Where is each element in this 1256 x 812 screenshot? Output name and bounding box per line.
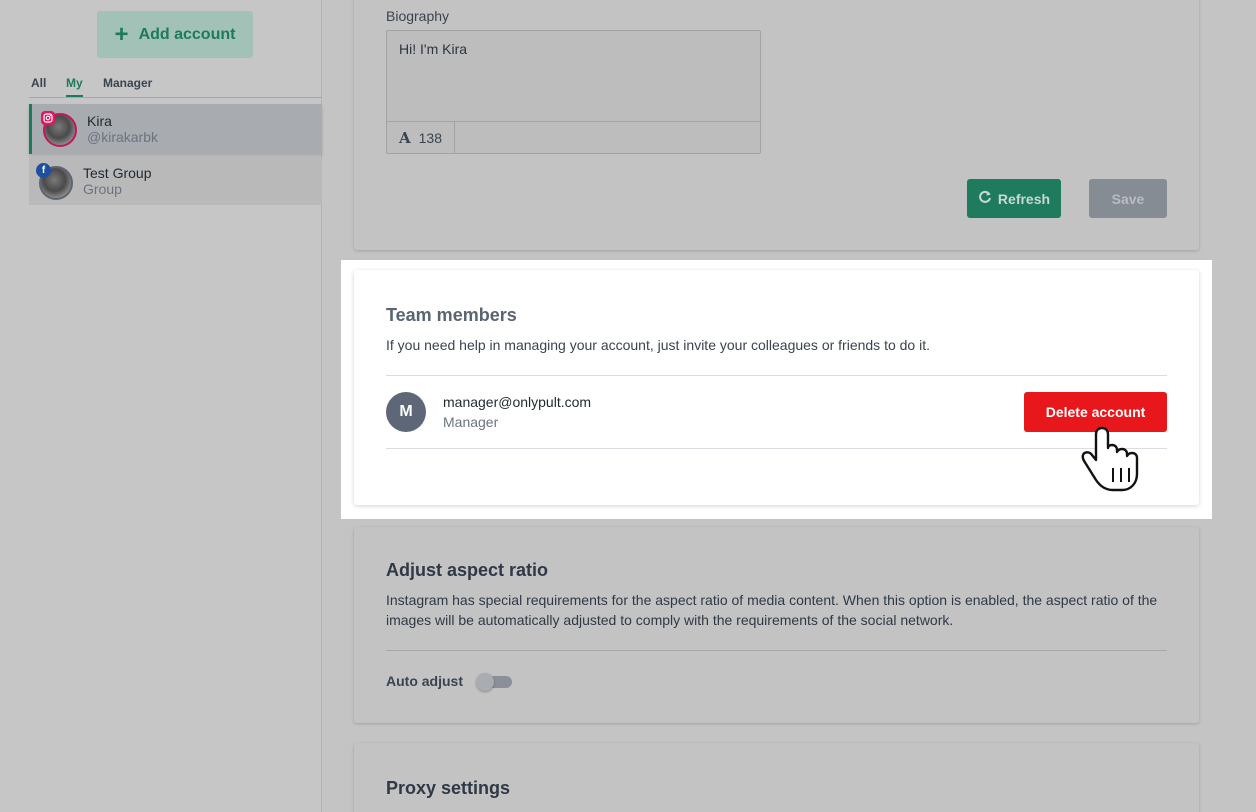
team-members-description: If you need help in managing your accoun… bbox=[386, 337, 930, 353]
save-button[interactable]: Save bbox=[1089, 179, 1167, 218]
character-counter: A 138 bbox=[387, 122, 455, 153]
textarea-footer: A 138 bbox=[387, 121, 760, 153]
account-item-test-group[interactable]: f Test Group Group bbox=[29, 157, 322, 205]
save-label: Save bbox=[1111, 190, 1145, 207]
refresh-icon bbox=[978, 190, 992, 207]
account-item-kira[interactable]: Kira @kirakarbk bbox=[29, 104, 322, 154]
biography-value: Hi! I'm Kira bbox=[399, 41, 468, 57]
account-name: Kira bbox=[87, 113, 112, 129]
tab-all[interactable]: All bbox=[31, 76, 46, 97]
character-count: 138 bbox=[418, 129, 442, 146]
delete-account-label: Delete account bbox=[1045, 404, 1146, 420]
auto-adjust-label: Auto adjust bbox=[386, 673, 463, 689]
tab-my[interactable]: My bbox=[66, 76, 83, 97]
divider bbox=[386, 448, 1167, 449]
account-filter-tabs: All My Manager bbox=[29, 76, 322, 98]
hand-pointer-cursor-icon bbox=[1080, 424, 1144, 494]
member-role: Manager bbox=[443, 414, 499, 430]
divider bbox=[386, 375, 1167, 376]
instagram-icon bbox=[41, 111, 55, 125]
facebook-icon: f bbox=[36, 163, 51, 178]
sidebar: + Add account All My Manager Kira @kirak… bbox=[0, 0, 322, 812]
auto-adjust-toggle[interactable] bbox=[476, 673, 512, 691]
member-email: manager@onlypult.com bbox=[443, 394, 592, 410]
aspect-ratio-description: Instagram has special requirements for t… bbox=[386, 592, 1158, 628]
toggle-thumb bbox=[476, 673, 494, 691]
aspect-ratio-title: Adjust aspect ratio bbox=[386, 560, 549, 580]
account-handle: Group bbox=[83, 181, 122, 197]
font-icon: A bbox=[399, 128, 411, 147]
biography-label: Biography bbox=[386, 8, 450, 24]
divider bbox=[386, 650, 1167, 651]
plus-icon: + bbox=[114, 20, 129, 48]
refresh-label: Refresh bbox=[997, 190, 1051, 207]
tab-manager[interactable]: Manager bbox=[103, 76, 152, 97]
refresh-button[interactable]: Refresh bbox=[967, 179, 1061, 218]
proxy-settings-title: Proxy settings bbox=[386, 778, 511, 798]
member-avatar: M bbox=[386, 392, 426, 432]
account-name: Test Group bbox=[83, 165, 152, 181]
account-handle: @kirakarbk bbox=[87, 129, 159, 145]
add-account-label: Add account bbox=[138, 25, 236, 43]
team-members-title: Team members bbox=[386, 305, 517, 325]
biography-textarea[interactable]: Hi! I'm Kira A 138 bbox=[386, 30, 761, 154]
add-account-button[interactable]: + Add account bbox=[97, 11, 253, 58]
